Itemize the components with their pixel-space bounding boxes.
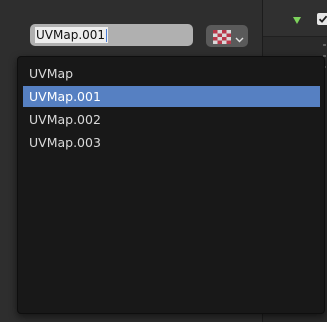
chevron-down-icon [235,30,244,49]
texture-icon-dropdown[interactable] [206,25,248,47]
menu-item-uvmap-001[interactable]: UVMap.001 [23,86,320,107]
menu-item-uvmap-002[interactable]: UVMap.002 [23,109,320,130]
uv-map-name-text[interactable]: UVMap.001 [35,27,109,43]
right-panel-header [263,0,327,37]
text-caret [106,29,108,42]
checker-texture-icon [213,29,231,44]
uv-map-dropdown-menu: UVMap UVMap.001 UVMap.002 UVMap.003 [17,56,325,314]
triangle-down-icon[interactable] [293,17,301,24]
uv-map-editor-region: UVMap.001 UVMap UVMap.001 UVMap.002 UVMa… [0,0,327,322]
menu-item-uvmap-003[interactable]: UVMap.003 [23,132,320,153]
uv-map-name-field[interactable]: UVMap.001 [30,24,193,46]
menu-item-uvmap[interactable]: UVMap [23,63,320,84]
checkbox-icon[interactable] [317,13,327,25]
